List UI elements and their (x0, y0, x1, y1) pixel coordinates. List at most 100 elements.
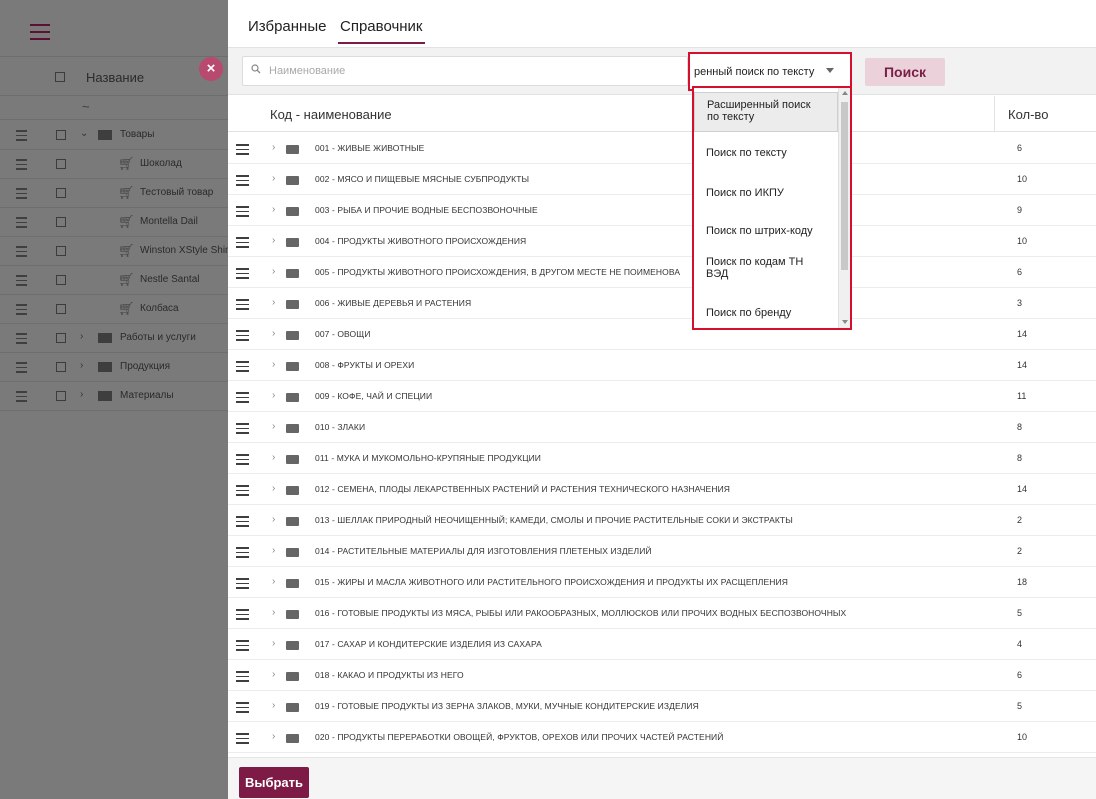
menu-icon[interactable] (30, 24, 50, 40)
table-row[interactable]: › 010 - ЗЛАКИ 8 (228, 412, 1096, 443)
dropdown-option[interactable]: Поиск по тексту (694, 136, 838, 170)
drag-handle-icon[interactable] (236, 702, 249, 716)
drag-handle-icon[interactable] (236, 609, 249, 623)
table-row[interactable]: › 020 - ПРОДУКТЫ ПЕРЕРАБОТКИ ОВОЩЕЙ, ФРУК… (228, 722, 1096, 753)
drag-handle-icon[interactable] (16, 130, 27, 144)
sort-icon[interactable]: ~ (82, 99, 90, 114)
row-checkbox[interactable] (56, 130, 66, 140)
chevron-right-icon[interactable]: › (272, 235, 275, 246)
drag-handle-icon[interactable] (236, 268, 249, 282)
drag-handle-icon[interactable] (236, 640, 249, 654)
tree-row[interactable]: 🛒︎ Колбаса (0, 295, 228, 324)
drag-handle-icon[interactable] (16, 217, 27, 231)
drag-handle-icon[interactable] (16, 275, 27, 289)
column-count[interactable]: Кол-во (1008, 107, 1048, 122)
drag-handle-icon[interactable] (236, 423, 249, 437)
dropdown-option[interactable]: Поиск по ИКПУ (694, 176, 838, 210)
chevron-right-icon[interactable]: › (80, 389, 83, 400)
drag-handle-icon[interactable] (236, 299, 249, 313)
table-row[interactable]: › 015 - ЖИРЫ И МАСЛА ЖИВОТНОГО ИЛИ РАСТИТ… (228, 567, 1096, 598)
table-row[interactable]: › 002 - МЯСО И ПИЩЕВЫЕ МЯСНЫЕ СУБПРОДУКТЫ… (228, 164, 1096, 195)
chevron-right-icon[interactable]: › (272, 452, 275, 463)
table-row[interactable]: › 009 - КОФЕ, ЧАЙ И СПЕЦИИ 11 (228, 381, 1096, 412)
drag-handle-icon[interactable] (16, 391, 27, 405)
dropdown-option[interactable]: Поиск по кодам ТН ВЭД (694, 250, 838, 294)
drag-handle-icon[interactable] (236, 516, 249, 530)
chevron-right-icon[interactable]: › (272, 390, 275, 401)
dropdown-scrollbar[interactable] (838, 88, 850, 328)
tree-row[interactable]: ⌄ Товары (0, 121, 228, 150)
table-row[interactable]: › 017 - САХАР И КОНДИТЕРСКИЕ ИЗДЕЛИЯ ИЗ С… (228, 629, 1096, 660)
dropdown-option[interactable]: Поиск по штрих-коду (694, 214, 838, 246)
chevron-right-icon[interactable]: › (272, 204, 275, 215)
drag-handle-icon[interactable] (236, 392, 249, 406)
drag-handle-icon[interactable] (236, 578, 249, 592)
chevron-right-icon[interactable]: › (272, 669, 275, 680)
chevron-right-icon[interactable]: › (272, 359, 275, 370)
tree-row[interactable]: 🛒︎ Шоколад (0, 150, 228, 179)
drag-handle-icon[interactable] (16, 304, 27, 318)
drag-handle-icon[interactable] (16, 159, 27, 173)
drag-handle-icon[interactable] (16, 246, 27, 260)
table-row[interactable]: › 006 - ЖИВЫЕ ДЕРЕВЬЯ И РАСТЕНИЯ 3 (228, 288, 1096, 319)
scroll-thumb[interactable] (841, 102, 848, 270)
row-checkbox[interactable] (56, 391, 66, 401)
drag-handle-icon[interactable] (236, 330, 249, 344)
row-checkbox[interactable] (56, 246, 66, 256)
search-input[interactable]: Наименование (242, 56, 688, 86)
row-checkbox[interactable] (56, 304, 66, 314)
drag-handle-icon[interactable] (236, 361, 249, 375)
scroll-down-icon[interactable] (842, 320, 848, 324)
tab-directory[interactable]: Справочник (338, 18, 425, 44)
drag-handle-icon[interactable] (16, 362, 27, 376)
dropdown-option[interactable]: Расширенный поиск по тексту (694, 92, 838, 132)
chevron-right-icon[interactable]: › (272, 173, 275, 184)
select-button[interactable]: Выбрать (239, 767, 309, 798)
row-checkbox[interactable] (56, 217, 66, 227)
drag-handle-icon[interactable] (236, 485, 249, 499)
table-row[interactable]: › 005 - ПРОДУКТЫ ЖИВОТНОГО ПРОИСХОЖДЕНИЯ,… (228, 257, 1096, 288)
chevron-right-icon[interactable]: › (272, 607, 275, 618)
column-code-name[interactable]: Код - наименование (270, 107, 392, 122)
drag-handle-icon[interactable] (16, 333, 27, 347)
chevron-right-icon[interactable]: › (272, 142, 275, 153)
chevron-down-icon[interactable]: ⌄ (80, 128, 88, 139)
chevron-right-icon[interactable]: › (272, 297, 275, 308)
drag-handle-icon[interactable] (236, 454, 249, 468)
drag-handle-icon[interactable] (236, 144, 249, 158)
row-checkbox[interactable] (56, 275, 66, 285)
tree-row[interactable]: 🛒︎ Montella Dail (0, 208, 228, 237)
table-row[interactable]: › 012 - СЕМЕНА, ПЛОДЫ ЛЕКАРСТВЕННЫХ РАСТЕ… (228, 474, 1096, 505)
row-checkbox[interactable] (56, 159, 66, 169)
chevron-right-icon[interactable]: › (272, 700, 275, 711)
close-icon[interactable]: × (199, 57, 223, 81)
chevron-right-icon[interactable]: › (80, 360, 83, 371)
drag-handle-icon[interactable] (236, 547, 249, 561)
table-row[interactable]: › 011 - МУКА И МУКОМОЛЬНО-КРУПЯНЫЕ ПРОДУК… (228, 443, 1096, 474)
chevron-right-icon[interactable]: › (272, 483, 275, 494)
dropdown-option[interactable]: Поиск по бренду (694, 296, 838, 326)
search-button[interactable]: Поиск (865, 58, 945, 86)
table-row[interactable]: › 001 - ЖИВЫЕ ЖИВОТНЫЕ 6 (228, 133, 1096, 164)
drag-handle-icon[interactable] (236, 175, 249, 189)
drag-handle-icon[interactable] (236, 671, 249, 685)
drag-handle-icon[interactable] (236, 206, 249, 220)
table-row[interactable]: › 013 - ШЕЛЛАК ПРИРОДНЫЙ НЕОЧИЩЕННЫЙ; КАМ… (228, 505, 1096, 536)
table-row[interactable]: › 008 - ФРУКТЫ И ОРЕХИ 14 (228, 350, 1096, 381)
tree-row[interactable]: 🛒︎ Nestle Santal (0, 266, 228, 295)
chevron-right-icon[interactable]: › (272, 638, 275, 649)
table-row[interactable]: › 019 - ГОТОВЫЕ ПРОДУКТЫ ИЗ ЗЕРНА ЗЛАКОВ,… (228, 691, 1096, 722)
table-row[interactable]: › 014 - РАСТИТЕЛЬНЫЕ МАТЕРИАЛЫ ДЛЯ ИЗГОТО… (228, 536, 1096, 567)
chevron-right-icon[interactable]: › (272, 545, 275, 556)
tree-row[interactable]: 🛒︎ Winston XStyle Shiny (0, 237, 228, 266)
drag-handle-icon[interactable] (236, 237, 249, 251)
tree-row[interactable]: › Работы и услуги (0, 324, 228, 353)
scroll-up-icon[interactable] (842, 91, 848, 95)
table-row[interactable]: › 007 - ОВОЩИ 14 (228, 319, 1096, 350)
table-row[interactable]: › 016 - ГОТОВЫЕ ПРОДУКТЫ ИЗ МЯСА, РЫБЫ ИЛ… (228, 598, 1096, 629)
table-row[interactable]: › 004 - ПРОДУКТЫ ЖИВОТНОГО ПРОИСХОЖДЕНИЯ 1… (228, 226, 1096, 257)
row-checkbox[interactable] (56, 188, 66, 198)
tree-row[interactable]: 🛒︎ Тестовый товар (0, 179, 228, 208)
table-row[interactable]: › 003 - РЫБА И ПРОЧИЕ ВОДНЫЕ БЕСПОЗВОНОЧН… (228, 195, 1096, 226)
chevron-right-icon[interactable]: › (272, 266, 275, 277)
